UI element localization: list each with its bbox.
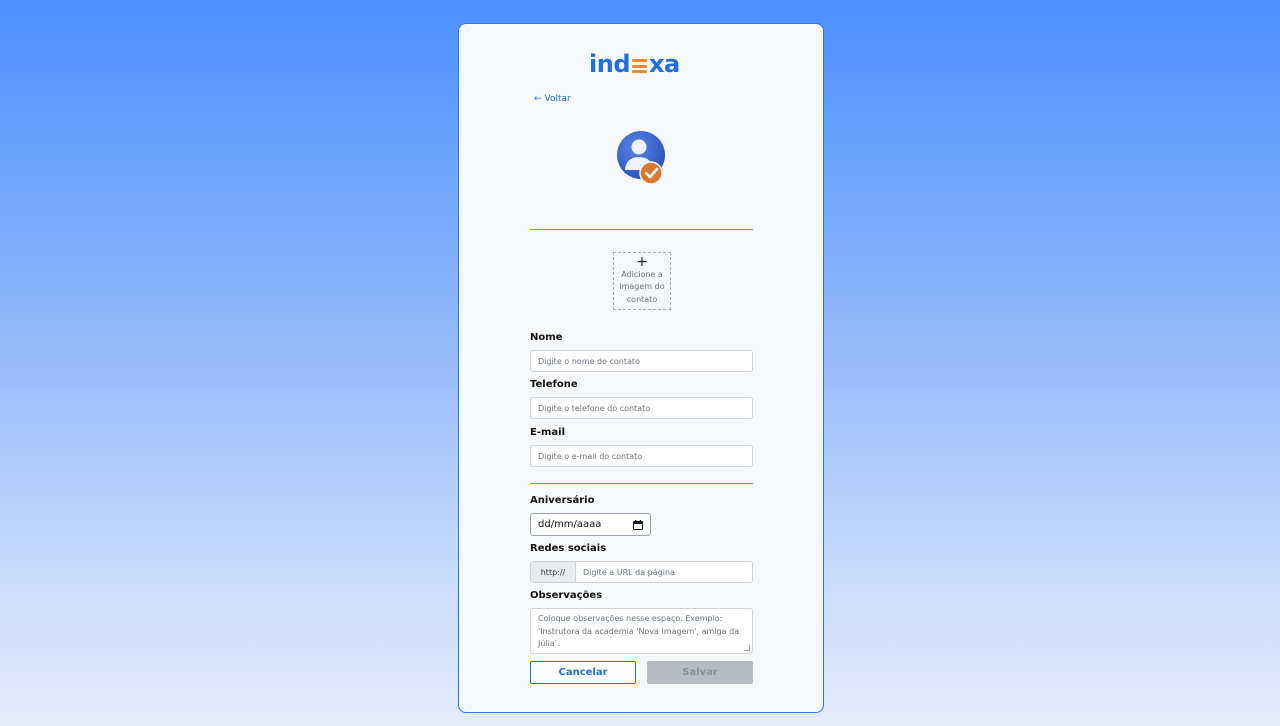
back-link-label: Voltar: [544, 94, 571, 104]
logo-e-mark: [632, 59, 647, 73]
plus-icon: +: [636, 253, 648, 270]
phone-label: Telefone: [530, 379, 578, 390]
resize-handle-icon[interactable]: [744, 645, 750, 651]
email-label: E-mail: [530, 427, 566, 438]
notes-placeholder: Coloque observações nesse espaço. Exempl…: [538, 614, 740, 648]
email-placeholder: Digite o e-mail do contato: [538, 451, 643, 461]
notes-textarea[interactable]: Coloque observações nesse espaço. Exempl…: [530, 608, 753, 654]
upload-label: Adicione a imagem do contato: [619, 269, 665, 304]
logo-text-end: xa: [649, 50, 680, 78]
section-divider-bottom: [530, 483, 753, 484]
notes-label: Observações: [530, 590, 603, 601]
social-label: Redes sociais: [530, 543, 607, 554]
name-label: Nome: [530, 332, 563, 343]
name-placeholder: Digite o nome do contato: [538, 356, 640, 366]
email-input[interactable]: Digite o e-mail do contato: [530, 445, 753, 467]
social-url-input[interactable]: Digite a URL da página: [575, 561, 753, 583]
section-divider-top: [530, 229, 753, 230]
phone-placeholder: Digite o telefone do contato: [538, 403, 651, 413]
indexa-logo: ind xa: [589, 50, 680, 78]
url-prefix: http://: [530, 561, 576, 583]
calendar-icon[interactable]: [633, 519, 643, 530]
birthday-value: dd/mm/aaaa: [538, 519, 602, 530]
name-input[interactable]: Digite o nome do contato: [530, 350, 753, 372]
social-url-placeholder: Digite a URL da página: [583, 567, 675, 577]
user-verified-icon: [617, 131, 665, 185]
birthday-label: Aniversário: [530, 495, 595, 506]
cancel-button[interactable]: Cancelar: [530, 661, 636, 684]
contact-form-card: ind xa ← Voltar + Adicione a imagem do c…: [458, 23, 824, 713]
phone-input[interactable]: Digite o telefone do contato: [530, 397, 753, 419]
logo-text-start: ind: [589, 50, 631, 78]
arrow-left-icon: ←: [534, 94, 542, 104]
birthday-date-input[interactable]: dd/mm/aaaa: [530, 513, 651, 536]
back-link[interactable]: ← Voltar: [534, 94, 571, 104]
contact-image-upload[interactable]: + Adicione a imagem do contato: [613, 252, 671, 310]
save-button[interactable]: Salvar: [647, 661, 753, 684]
